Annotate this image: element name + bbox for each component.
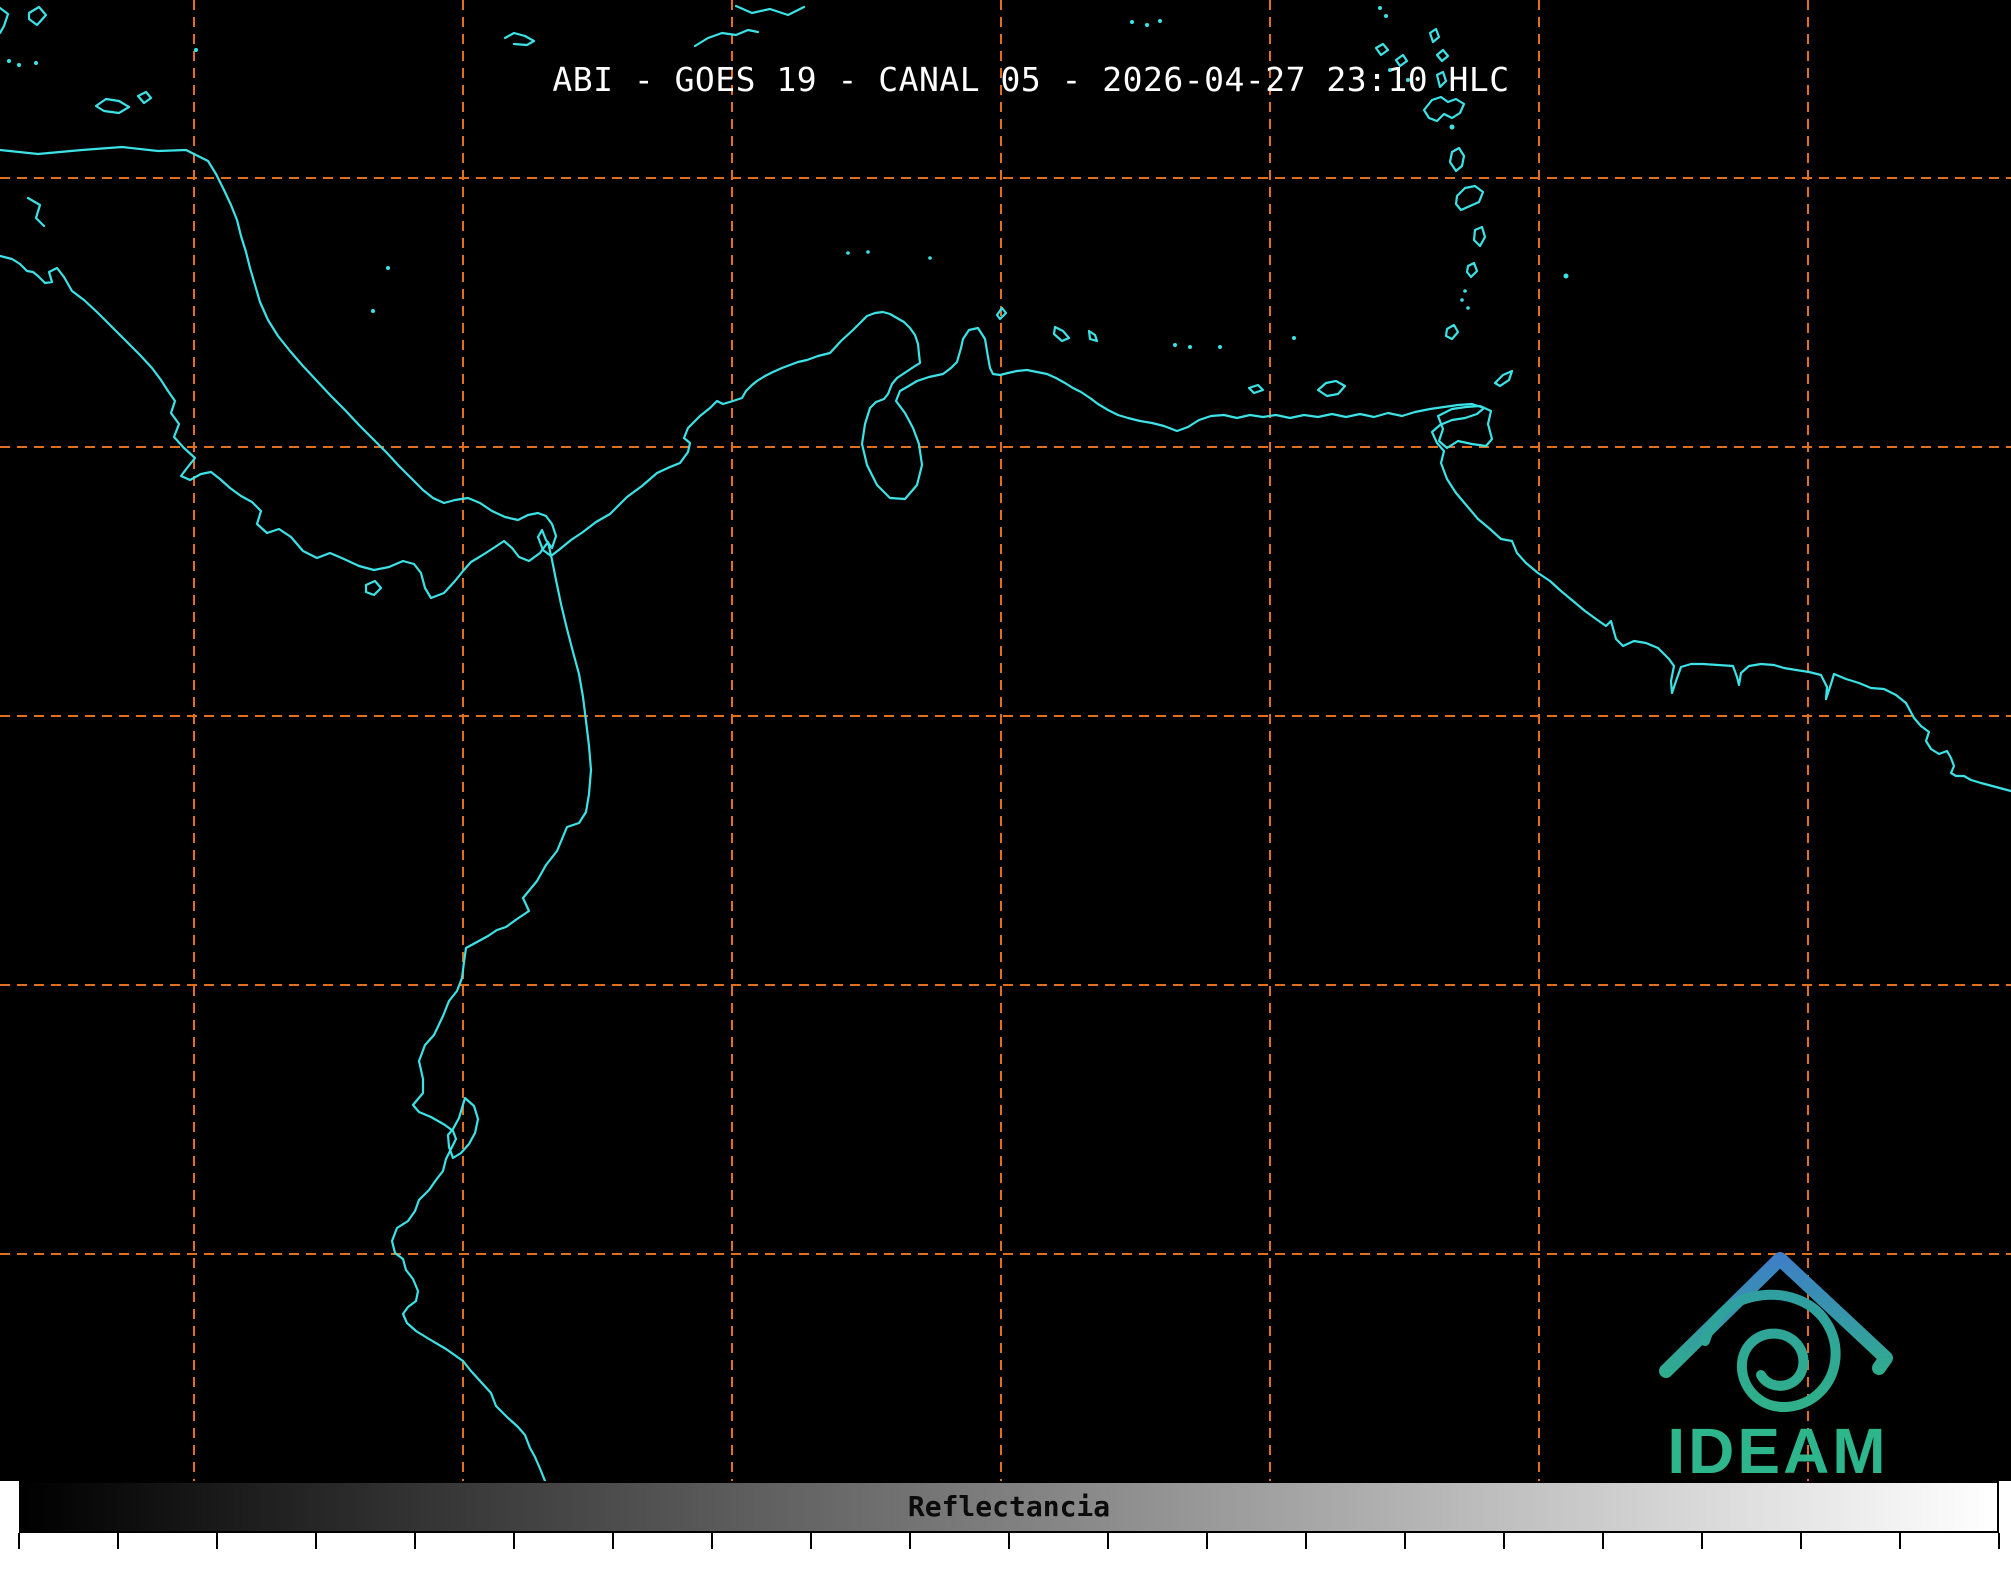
colorbar-tick [315,1533,317,1549]
colorbar-tick [711,1533,713,1549]
colorbar-tick [612,1533,614,1549]
islands-honduras-belize [0,7,151,226]
colorbar-tick [1701,1533,1703,1549]
island-tobago [1495,371,1512,386]
colorbar-tick [1206,1533,1208,1549]
logo-hurricane-spiral-icon [1705,1295,1836,1407]
ideam-logo-text: IDEAM [1667,1414,1888,1488]
satellite-image-viewport: ABI - GOES 19 - CANAL 05 - 2026-04-27 23… [0,0,2011,1577]
colorbar-tick [909,1533,911,1549]
map-canvas [0,0,2011,1577]
island-coiba [366,581,381,595]
colorbar-tick [1899,1533,1901,1549]
colorbar-tick [810,1533,812,1549]
colorbar-title: Reflectancia [908,1490,1110,1523]
islands-abc [997,308,1097,341]
latlon-grid [0,0,2011,1481]
product-title: ABI - GOES 19 - CANAL 05 - 2026-04-27 23… [552,60,1509,99]
island-margarita [1318,381,1345,396]
colorbar-tick [1602,1533,1604,1549]
island-tortuga [1249,385,1263,393]
colorbar-tick [1800,1533,1802,1549]
colorbar-tick [18,1533,20,1549]
colorbar-tick [216,1533,218,1549]
ideam-logo [1666,1259,1886,1407]
coastline-caribbean-mainland [0,147,2011,791]
colorbar-tick [117,1533,119,1549]
island-trinidad [1438,406,1492,448]
logo-roof-icon [1666,1259,1886,1371]
colorbar-tick [1008,1533,1010,1549]
colorbar-tick [1305,1533,1307,1549]
colorbar-tick [1404,1533,1406,1549]
colorbar-tick [1503,1533,1505,1549]
coastline-pacific-mainland [0,256,591,1481]
islands-greater-antilles-fragments [505,6,804,46]
colorbar-tick [513,1533,515,1549]
colorbar-tick [1107,1533,1109,1549]
colorbar-tick [414,1533,416,1549]
colorbar-tick [1998,1533,2000,1549]
coastlines [0,6,2011,1481]
